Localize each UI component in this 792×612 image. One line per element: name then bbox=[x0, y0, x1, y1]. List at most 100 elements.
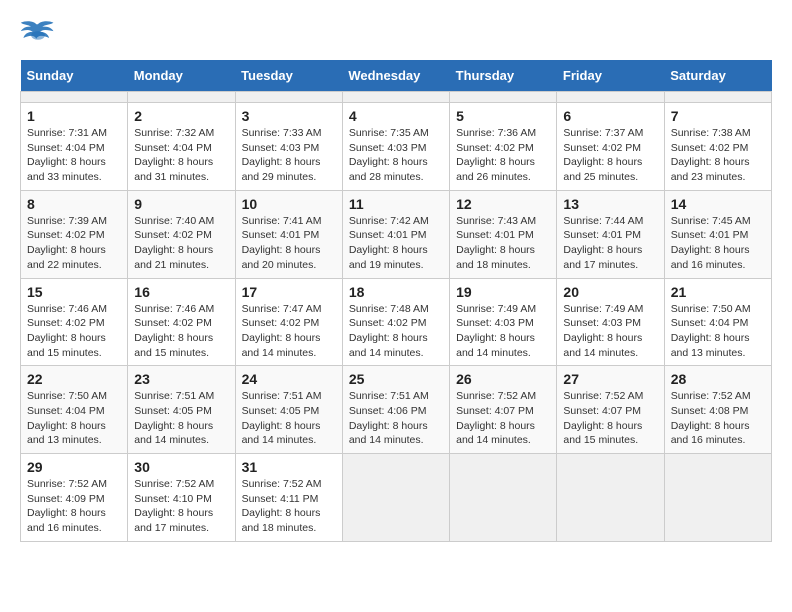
daylight-label: Daylight: 8 hours and 14 minutes. bbox=[456, 420, 535, 447]
day-number: 31 bbox=[242, 459, 336, 475]
daylight-label: Daylight: 8 hours and 22 minutes. bbox=[27, 244, 106, 271]
week-row-4: 22 Sunrise: 7:50 AM Sunset: 4:04 PM Dayl… bbox=[21, 366, 772, 454]
day-info: Sunrise: 7:42 AM Sunset: 4:01 PM Dayligh… bbox=[349, 214, 443, 273]
day-number: 26 bbox=[456, 371, 550, 387]
sunrise-time: 7:52 AM bbox=[712, 390, 751, 402]
sunset-label: Sunset: bbox=[456, 142, 495, 154]
header-day-thursday: Thursday bbox=[450, 60, 557, 92]
sunrise-label: Sunrise: bbox=[134, 215, 175, 227]
daylight-label: Daylight: 8 hours and 14 minutes. bbox=[242, 332, 321, 359]
sunrise-time: 7:33 AM bbox=[283, 127, 322, 139]
sunset-time: 4:02 PM bbox=[66, 317, 105, 329]
day-number: 6 bbox=[563, 108, 657, 124]
sunset-label: Sunset: bbox=[242, 142, 281, 154]
sunset-time: 4:05 PM bbox=[280, 405, 319, 417]
calendar-cell: 7 Sunrise: 7:38 AM Sunset: 4:02 PM Dayli… bbox=[664, 103, 771, 191]
sunrise-label: Sunrise: bbox=[134, 478, 175, 490]
calendar-header: SundayMondayTuesdayWednesdayThursdayFrid… bbox=[21, 60, 772, 92]
sunrise-time: 7:38 AM bbox=[712, 127, 751, 139]
calendar-cell: 4 Sunrise: 7:35 AM Sunset: 4:03 PM Dayli… bbox=[342, 103, 449, 191]
calendar-cell: 23 Sunrise: 7:51 AM Sunset: 4:05 PM Dayl… bbox=[128, 366, 235, 454]
sunset-time: 4:06 PM bbox=[387, 405, 426, 417]
sunrise-time: 7:35 AM bbox=[390, 127, 429, 139]
sunset-label: Sunset: bbox=[671, 229, 710, 241]
sunrise-time: 7:51 AM bbox=[283, 390, 322, 402]
calendar-cell: 30 Sunrise: 7:52 AM Sunset: 4:10 PM Dayl… bbox=[128, 454, 235, 542]
logo-icon bbox=[20, 20, 56, 50]
calendar-cell: 16 Sunrise: 7:46 AM Sunset: 4:02 PM Dayl… bbox=[128, 278, 235, 366]
daylight-label: Daylight: 8 hours and 16 minutes. bbox=[671, 420, 750, 447]
daylight-label: Daylight: 8 hours and 16 minutes. bbox=[671, 244, 750, 271]
day-number: 12 bbox=[456, 196, 550, 212]
calendar-cell: 11 Sunrise: 7:42 AM Sunset: 4:01 PM Dayl… bbox=[342, 190, 449, 278]
sunset-label: Sunset: bbox=[134, 317, 173, 329]
sunset-label: Sunset: bbox=[349, 317, 388, 329]
sunrise-label: Sunrise: bbox=[134, 303, 175, 315]
day-info: Sunrise: 7:32 AM Sunset: 4:04 PM Dayligh… bbox=[134, 126, 228, 185]
day-info: Sunrise: 7:52 AM Sunset: 4:09 PM Dayligh… bbox=[27, 477, 121, 536]
sunrise-label: Sunrise: bbox=[671, 390, 712, 402]
calendar-cell: 26 Sunrise: 7:52 AM Sunset: 4:07 PM Dayl… bbox=[450, 366, 557, 454]
day-info: Sunrise: 7:50 AM Sunset: 4:04 PM Dayligh… bbox=[27, 389, 121, 448]
header-day-sunday: Sunday bbox=[21, 60, 128, 92]
calendar-cell: 10 Sunrise: 7:41 AM Sunset: 4:01 PM Dayl… bbox=[235, 190, 342, 278]
daylight-label: Daylight: 8 hours and 14 minutes. bbox=[242, 420, 321, 447]
day-info: Sunrise: 7:37 AM Sunset: 4:02 PM Dayligh… bbox=[563, 126, 657, 185]
calendar-cell: 9 Sunrise: 7:40 AM Sunset: 4:02 PM Dayli… bbox=[128, 190, 235, 278]
sunrise-label: Sunrise: bbox=[242, 127, 283, 139]
day-number: 8 bbox=[27, 196, 121, 212]
sunset-time: 4:10 PM bbox=[173, 493, 212, 505]
calendar-cell: 28 Sunrise: 7:52 AM Sunset: 4:08 PM Dayl… bbox=[664, 366, 771, 454]
sunrise-label: Sunrise: bbox=[456, 303, 497, 315]
daylight-label: Daylight: 8 hours and 15 minutes. bbox=[134, 332, 213, 359]
day-number: 25 bbox=[349, 371, 443, 387]
daylight-label: Daylight: 8 hours and 18 minutes. bbox=[456, 244, 535, 271]
calendar-cell bbox=[450, 454, 557, 542]
sunrise-time: 7:43 AM bbox=[498, 215, 537, 227]
sunset-time: 4:02 PM bbox=[602, 142, 641, 154]
sunrise-label: Sunrise: bbox=[349, 127, 390, 139]
sunset-time: 4:02 PM bbox=[280, 317, 319, 329]
day-number: 4 bbox=[349, 108, 443, 124]
sunset-label: Sunset: bbox=[349, 229, 388, 241]
day-number: 27 bbox=[563, 371, 657, 387]
sunrise-label: Sunrise: bbox=[27, 478, 68, 490]
sunset-label: Sunset: bbox=[563, 405, 602, 417]
day-info: Sunrise: 7:45 AM Sunset: 4:01 PM Dayligh… bbox=[671, 214, 765, 273]
day-info: Sunrise: 7:50 AM Sunset: 4:04 PM Dayligh… bbox=[671, 302, 765, 361]
day-info: Sunrise: 7:51 AM Sunset: 4:05 PM Dayligh… bbox=[242, 389, 336, 448]
sunrise-label: Sunrise: bbox=[27, 390, 68, 402]
day-number: 29 bbox=[27, 459, 121, 475]
day-number: 14 bbox=[671, 196, 765, 212]
day-info: Sunrise: 7:46 AM Sunset: 4:02 PM Dayligh… bbox=[27, 302, 121, 361]
daylight-label: Daylight: 8 hours and 14 minutes. bbox=[456, 332, 535, 359]
calendar-cell: 14 Sunrise: 7:45 AM Sunset: 4:01 PM Dayl… bbox=[664, 190, 771, 278]
sunrise-time: 7:52 AM bbox=[283, 478, 322, 490]
day-number: 17 bbox=[242, 284, 336, 300]
sunrise-label: Sunrise: bbox=[671, 127, 712, 139]
day-number: 1 bbox=[27, 108, 121, 124]
sunset-time: 4:02 PM bbox=[495, 142, 534, 154]
header-day-wednesday: Wednesday bbox=[342, 60, 449, 92]
sunset-label: Sunset: bbox=[27, 142, 66, 154]
day-number: 24 bbox=[242, 371, 336, 387]
sunrise-time: 7:49 AM bbox=[498, 303, 537, 315]
sunrise-time: 7:44 AM bbox=[605, 215, 644, 227]
day-info: Sunrise: 7:33 AM Sunset: 4:03 PM Dayligh… bbox=[242, 126, 336, 185]
daylight-label: Daylight: 8 hours and 14 minutes. bbox=[563, 332, 642, 359]
sunset-label: Sunset: bbox=[242, 405, 281, 417]
sunrise-label: Sunrise: bbox=[563, 127, 604, 139]
sunset-time: 4:02 PM bbox=[387, 317, 426, 329]
calendar-cell: 13 Sunrise: 7:44 AM Sunset: 4:01 PM Dayl… bbox=[557, 190, 664, 278]
daylight-label: Daylight: 8 hours and 13 minutes. bbox=[27, 420, 106, 447]
sunrise-label: Sunrise: bbox=[563, 390, 604, 402]
day-number: 18 bbox=[349, 284, 443, 300]
day-info: Sunrise: 7:31 AM Sunset: 4:04 PM Dayligh… bbox=[27, 126, 121, 185]
calendar-cell: 31 Sunrise: 7:52 AM Sunset: 4:11 PM Dayl… bbox=[235, 454, 342, 542]
day-number: 13 bbox=[563, 196, 657, 212]
day-info: Sunrise: 7:47 AM Sunset: 4:02 PM Dayligh… bbox=[242, 302, 336, 361]
daylight-label: Daylight: 8 hours and 26 minutes. bbox=[456, 156, 535, 183]
sunrise-time: 7:52 AM bbox=[605, 390, 644, 402]
sunrise-time: 7:51 AM bbox=[390, 390, 429, 402]
calendar-cell bbox=[664, 92, 771, 103]
